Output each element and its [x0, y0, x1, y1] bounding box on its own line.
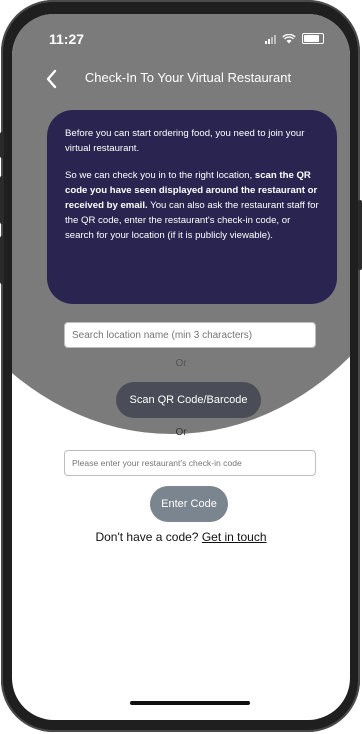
phone-side-button	[358, 200, 362, 270]
nav-bar: Check-In To Your Virtual Restaurant	[12, 66, 350, 96]
phone-side-button	[0, 132, 4, 158]
phone-side-button	[0, 176, 4, 224]
info-text: So we can check you in to the right loca…	[65, 170, 253, 181]
app-screen: 11:27 Check-In To Your Virtual Restauran…	[12, 14, 350, 720]
home-indicator[interactable]	[130, 701, 250, 705]
status-time: 11:27	[49, 31, 85, 47]
signal-icon	[265, 34, 276, 44]
no-code-text: Don't have a code?	[95, 530, 199, 544]
check-in-code-input[interactable]	[64, 450, 316, 476]
or-separator: Or	[175, 427, 187, 438]
get-in-touch-link[interactable]: Get in touch	[202, 530, 267, 544]
scan-qr-button[interactable]: Scan QR Code/Barcode	[116, 382, 261, 418]
or-separator: Or	[175, 358, 187, 369]
wifi-icon	[282, 33, 296, 43]
status-bar: 11:27	[12, 14, 350, 58]
status-icons	[265, 33, 324, 44]
no-code-prompt: Don't have a code? Get in touch	[12, 530, 350, 544]
battery-icon	[302, 33, 324, 44]
search-input[interactable]	[64, 322, 316, 348]
phone-side-button	[0, 236, 4, 284]
enter-code-button[interactable]: Enter Code	[150, 486, 228, 522]
info-paragraph: Before you can start ordering food, you …	[65, 128, 305, 154]
info-paragraph: So we can check you in to the right loca…	[65, 168, 319, 243]
page-title: Check-In To Your Virtual Restaurant	[84, 70, 292, 85]
info-card: Before you can start ordering food, you …	[47, 110, 337, 304]
